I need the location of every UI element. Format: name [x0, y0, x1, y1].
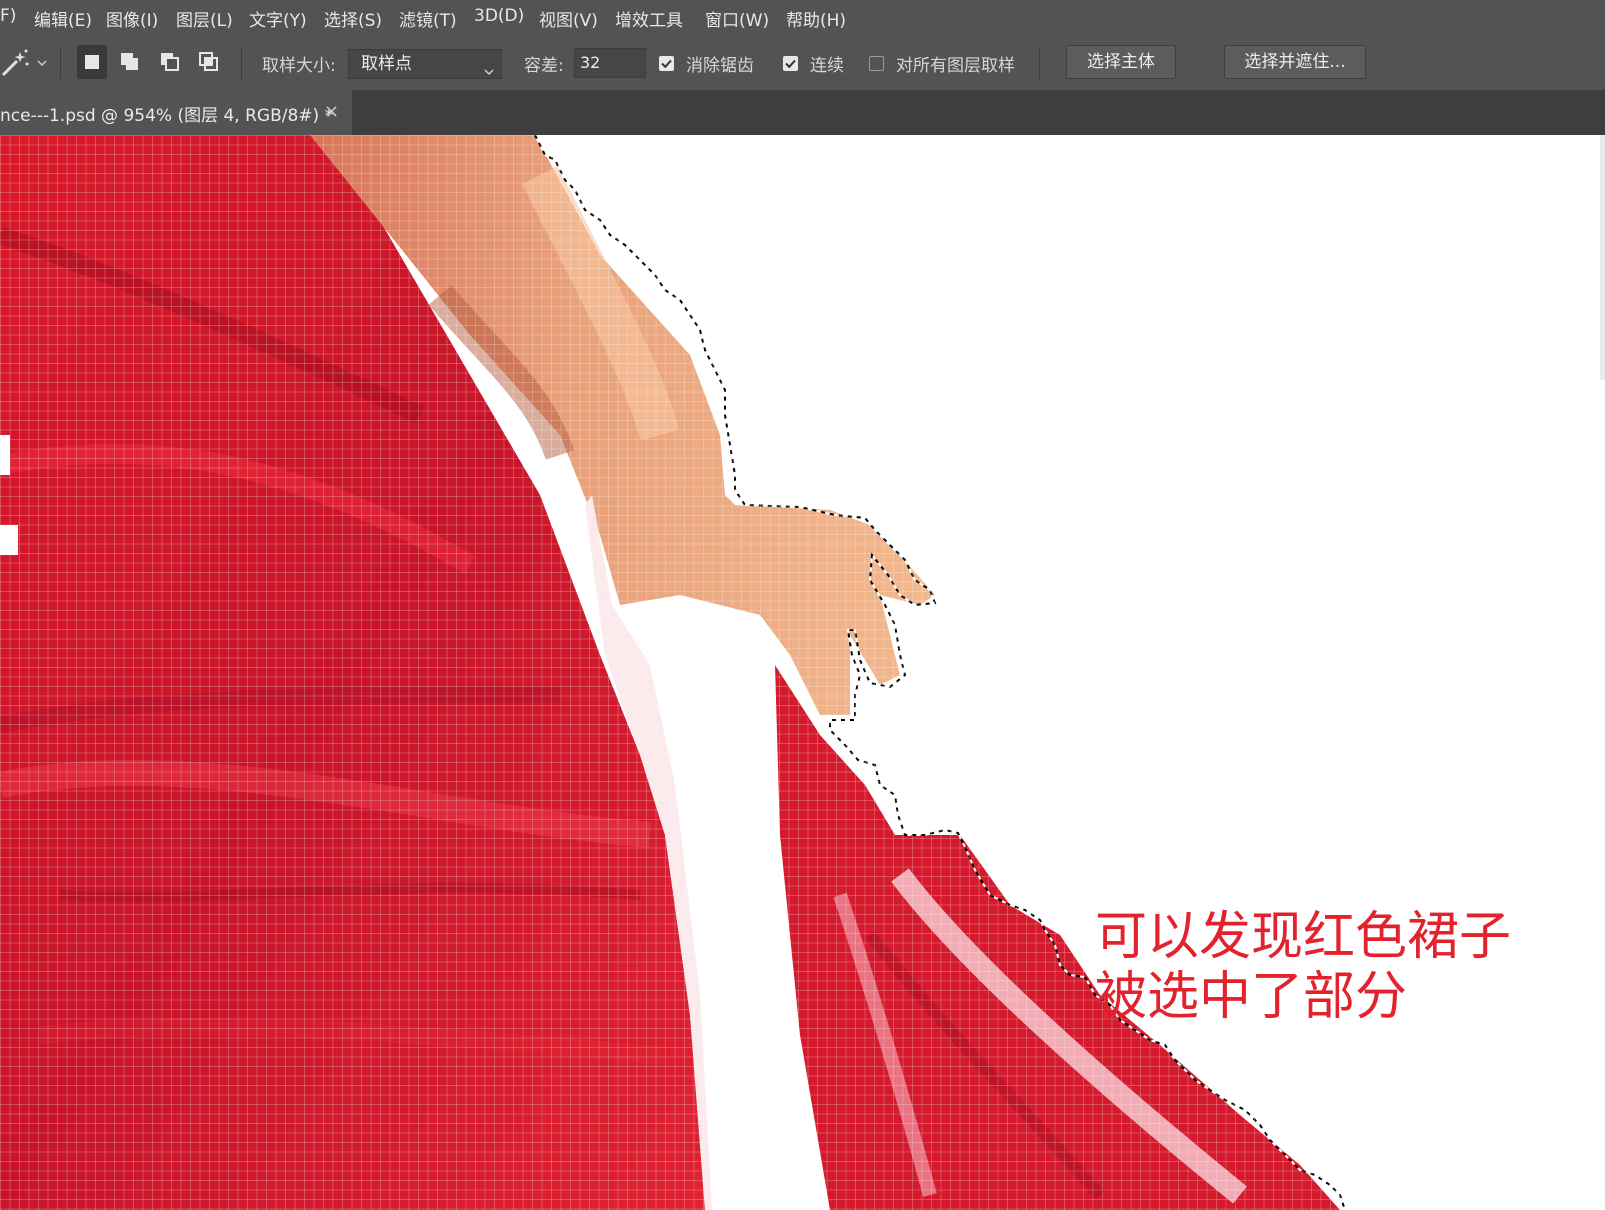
select-and-mask-button[interactable]: 选择并遮住... [1224, 45, 1366, 79]
divider [241, 47, 242, 79]
background-speck [0, 525, 18, 555]
sample-all-layers-checkbox[interactable] [869, 56, 884, 71]
tolerance-input[interactable]: 32 [574, 48, 646, 78]
options-bar: 取样大小: 取样点 容差: 32 消除锯齿 连续 对所有图层取样 选择主体 选择… [0, 36, 1605, 90]
divider [1039, 47, 1040, 79]
new-selection-button[interactable] [77, 45, 107, 79]
menu-bar: F) 编辑(E) 图像(I) 图层(L) 文字(Y) 选择(S) 滤镜(T) 3… [0, 0, 1605, 36]
canvas[interactable]: 可以发现红色裙子 被选中了部分 [0, 135, 1605, 1210]
canvas-artwork [0, 135, 1346, 1210]
chevron-down-icon [483, 58, 495, 86]
background-speck [0, 435, 10, 475]
add-to-selection-button[interactable] [115, 45, 145, 79]
menu-type[interactable]: 文字(Y) [249, 6, 307, 31]
menu-help[interactable]: 帮助(H) [786, 6, 846, 31]
panel-edge [1600, 135, 1605, 380]
document-tab[interactable]: nce---1.psd @ 954% (图层 4, RGB/8#) * × [0, 90, 352, 135]
sample-size-dropdown[interactable]: 取样点 [348, 49, 502, 79]
close-icon[interactable]: × [324, 101, 339, 122]
select-subject-button[interactable]: 选择主体 [1066, 45, 1176, 79]
document-tab-bar: nce---1.psd @ 954% (图层 4, RGB/8#) * × [0, 90, 1605, 135]
menu-window[interactable]: 窗口(W) [705, 6, 769, 31]
contiguous-label: 连续 [810, 56, 844, 76]
sample-size-label: 取样大小: [262, 56, 336, 76]
contiguous-checkbox[interactable] [783, 56, 798, 71]
sample-all-layers-label: 对所有图层取样 [896, 56, 1015, 76]
sample-size-value: 取样点 [361, 54, 412, 74]
annotation-line-2: 被选中了部分 [1095, 967, 1408, 1027]
menu-image[interactable]: 图像(I) [106, 6, 158, 31]
divider [60, 47, 61, 79]
menu-select[interactable]: 选择(S) [324, 6, 382, 31]
menu-file[interactable]: F) [0, 6, 16, 26]
intersect-selection-button[interactable] [194, 45, 224, 79]
subtract-from-selection-button[interactable] [155, 45, 185, 79]
tolerance-label: 容差: [524, 56, 564, 76]
anti-alias-label: 消除锯齿 [686, 56, 754, 76]
menu-layer[interactable]: 图层(L) [176, 6, 233, 31]
document-tab-title: nce---1.psd @ 954% (图层 4, RGB/8#) * [0, 106, 334, 126]
annotation-text: 可以发现红色裙子 被选中了部分 [1095, 907, 1511, 1027]
menu-view[interactable]: 视图(V) [539, 6, 598, 31]
anti-alias-checkbox[interactable] [659, 56, 674, 71]
tool-preset-chevron-icon[interactable] [36, 53, 48, 73]
menu-plugins[interactable]: 增效工具 [615, 6, 683, 31]
annotation-line-1: 可以发现红色裙子 [1095, 907, 1512, 967]
menu-filter[interactable]: 滤镜(T) [399, 6, 457, 31]
menu-edit[interactable]: 编辑(E) [34, 6, 92, 31]
menu-3d[interactable]: 3D(D) [474, 6, 524, 26]
magic-wand-icon[interactable] [0, 48, 30, 83]
